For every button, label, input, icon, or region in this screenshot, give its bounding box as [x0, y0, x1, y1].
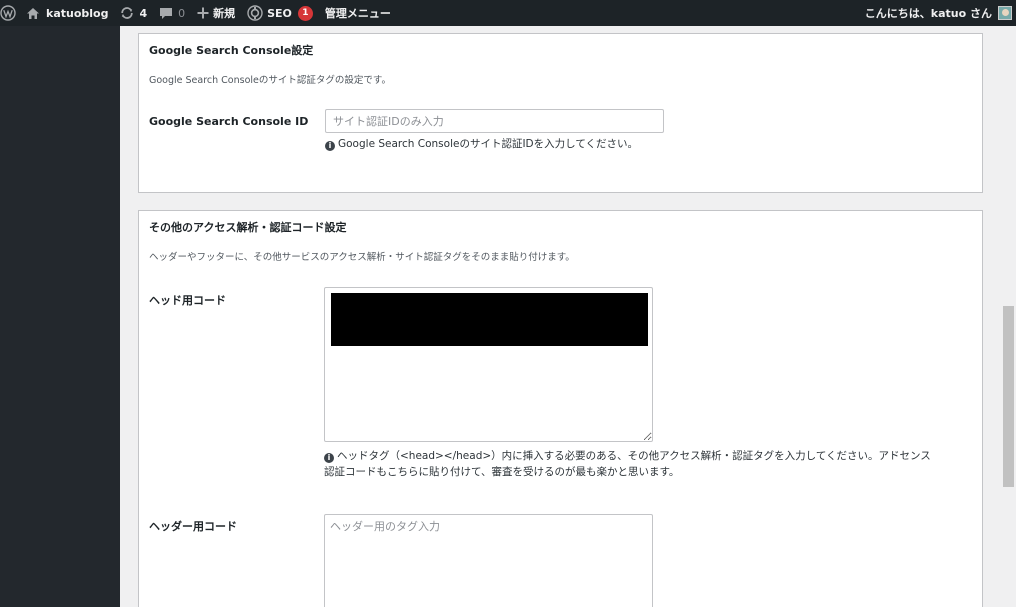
head-code-help-line1: ヘッドタグ（<head></head>）内に挿入する必要のある、その他アクセス解… [337, 450, 931, 462]
new-content-link[interactable]: 新規 [191, 0, 241, 26]
other-analytics-panel: その他のアクセス解析・認証コード設定 ヘッダーやフッターに、その他サービスのアク… [138, 210, 983, 607]
gsc-settings-panel: Google Search Console設定 Google Search Co… [138, 33, 983, 193]
greeting-text: こんにちは、katuo さん [864, 7, 992, 20]
comments-link[interactable]: 0 [153, 0, 191, 26]
gsc-id-label: Google Search Console ID [149, 115, 309, 128]
gsc-id-input[interactable] [325, 109, 664, 133]
avatar [998, 6, 1012, 20]
head-code-label: ヘッド用コード [149, 294, 226, 307]
site-name-label: katuoblog [46, 6, 109, 20]
comment-icon [159, 7, 173, 20]
settings-content: Google Search Console設定 Google Search Co… [120, 26, 1000, 607]
admin-menu-link[interactable]: 管理メニュー [319, 0, 397, 26]
scrollbar-thumb[interactable] [1003, 306, 1014, 487]
wordpress-logo-button[interactable] [0, 0, 20, 26]
site-name-link[interactable]: katuoblog [20, 0, 114, 26]
gsc-panel-title: Google Search Console設定 [149, 44, 314, 57]
admin-sidebar [0, 26, 120, 607]
gsc-id-help-text: Google Search Consoleのサイト認証IDを入力してください。 [338, 138, 639, 150]
header-code-label: ヘッダー用コード [149, 520, 237, 533]
gsc-id-help: i Google Search Consoleのサイト認証IDを入力してください。 [325, 136, 638, 152]
page-scrollbar[interactable] [1000, 26, 1016, 607]
updates-link[interactable]: 4 [114, 0, 153, 26]
plus-icon [197, 7, 209, 19]
updates-icon [120, 6, 134, 20]
redacted-content [331, 293, 648, 346]
seo-gear-icon [247, 5, 263, 21]
home-icon [26, 7, 40, 20]
my-account-link[interactable]: こんにちは、katuo さん [865, 5, 1016, 21]
admin-menu-label: 管理メニュー [324, 7, 391, 20]
header-code-textarea[interactable] [324, 514, 653, 607]
info-icon: i [325, 141, 335, 151]
updates-count: 4 [139, 6, 148, 20]
info-icon: i [324, 453, 334, 463]
other-panel-title: その他のアクセス解析・認証コード設定 [149, 221, 347, 234]
comments-count: 0 [178, 6, 186, 20]
head-code-help-line2: 認証コードもこちらに貼り付けて、審査を受けるのが最も楽かと思います。 [324, 466, 680, 478]
wordpress-logo-icon [0, 5, 16, 21]
head-code-help: i ヘッドタグ（<head></head>）内に挿入する必要のある、その他アクセス… [324, 448, 974, 480]
other-panel-description: ヘッダーやフッターに、その他サービスのアクセス解析・サイト認証タグをそのまま貼り… [149, 252, 575, 263]
seo-menu-link[interactable]: SEO 1 [241, 0, 319, 26]
admin-bar: katuoblog 4 0 新規 SEO 1 管理メニュー こんにちは、katu… [0, 0, 1016, 26]
seo-label: SEO [267, 6, 292, 20]
seo-notification-badge: 1 [297, 5, 313, 21]
new-label: 新規 [213, 7, 236, 20]
gsc-panel-description: Google Search Consoleのサイト認証タグの設定です。 [149, 75, 391, 86]
